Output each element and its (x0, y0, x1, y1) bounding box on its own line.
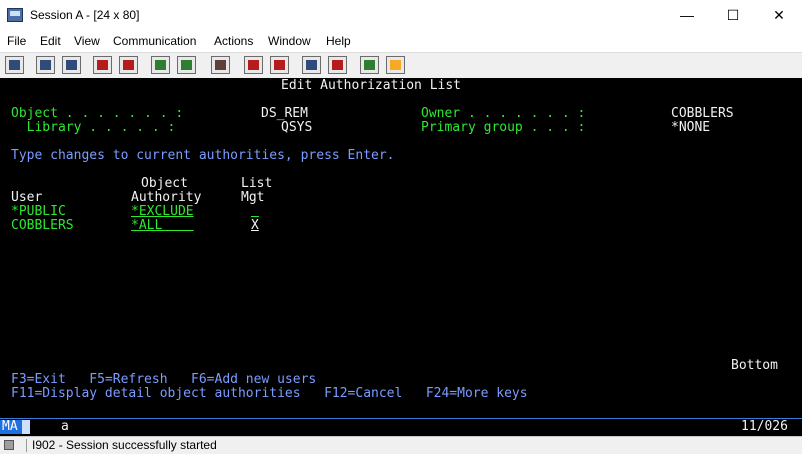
menu-file[interactable]: File (7, 34, 26, 48)
owner-value: COBBLERS (671, 106, 734, 121)
copy-icon[interactable] (36, 56, 55, 74)
menu-view[interactable]: View (74, 34, 100, 48)
column-header-object: Object (141, 176, 188, 191)
terminal-screen[interactable]: Edit Authorization List Object . . . . .… (0, 78, 802, 418)
oia-cursor-position: 11/026 (741, 419, 788, 434)
column-header-user: User (11, 190, 43, 205)
row-user-public: *PUBLIC (11, 204, 66, 219)
object-label: Object . . . . . . . : (11, 106, 184, 121)
paste-icon[interactable] (62, 56, 81, 74)
row-mgt-cobblers[interactable]: X (251, 219, 259, 233)
play-macro-icon[interactable] (302, 56, 321, 74)
bottom-indicator: Bottom (731, 358, 778, 373)
send-file-icon[interactable] (93, 56, 112, 74)
primary-group-label: Primary group . . . : (421, 120, 586, 135)
app-icon[interactable] (7, 8, 23, 22)
oia-cursor-block (22, 420, 30, 434)
status-message: I902 - Session successfully started (32, 438, 217, 452)
row-authority-cobblers[interactable]: *ALL (131, 219, 194, 233)
receive-file-icon[interactable] (119, 56, 138, 74)
print-screen-icon[interactable] (5, 56, 24, 74)
row-authority-public[interactable]: *EXCLUDE (131, 205, 194, 219)
menu-actions[interactable]: Actions (214, 34, 253, 48)
oia-mode: MA (0, 420, 24, 434)
column-header-authority: Authority (131, 190, 202, 205)
minimize-button[interactable]: — (664, 0, 710, 31)
function-keys-line-1: F3=Exit F5=Refresh F6=Add new users (11, 372, 317, 387)
keyboard-map-icon[interactable] (211, 56, 230, 74)
library-value: QSYS (281, 120, 313, 135)
menu-help[interactable]: Help (326, 34, 351, 48)
row-user-cobblers: COBBLERS (11, 218, 74, 233)
primary-group-value: *NONE (671, 120, 711, 135)
menu-edit[interactable]: Edit (40, 34, 61, 48)
status-icon (4, 440, 14, 450)
menu-window[interactable]: Window (268, 34, 311, 48)
library-label: Library . . . . . : (11, 120, 176, 135)
title-bar: Session A - [24 x 80] — ☐ ✕ (0, 0, 802, 32)
customize-icon[interactable] (360, 56, 379, 74)
status-separator (26, 439, 27, 452)
macro-options-icon[interactable] (328, 56, 347, 74)
status-bar: I902 - Session successfully started (0, 436, 802, 454)
object-value: DS_REM (261, 106, 308, 121)
instruction-text: Type changes to current authorities, pre… (11, 148, 395, 163)
stop-macro-icon[interactable] (270, 56, 289, 74)
menu-communication[interactable]: Communication (113, 34, 196, 48)
toolbar (0, 52, 802, 79)
window-title: Session A - [24 x 80] (30, 8, 140, 22)
maximize-button[interactable]: ☐ (710, 0, 756, 31)
help-icon[interactable] (386, 56, 405, 74)
keypad-icon[interactable] (177, 56, 196, 74)
oia-session-letter: a (61, 419, 69, 434)
column-header-mgt: Mgt (241, 190, 265, 205)
record-macro-icon[interactable] (244, 56, 263, 74)
screen-title: Edit Authorization List (281, 78, 462, 93)
owner-label: Owner . . . . . . . : (421, 106, 586, 121)
menu-bar: File Edit View Communication Actions Win… (0, 31, 802, 51)
display-keypad-icon[interactable] (151, 56, 170, 74)
column-header-list: List (241, 176, 273, 191)
operator-info-area: MA a 11/026 (0, 418, 802, 436)
close-button[interactable]: ✕ (756, 0, 802, 31)
function-keys-line-2: F11=Display detail object authorities F1… (11, 386, 528, 401)
row-mgt-public[interactable] (251, 205, 259, 219)
